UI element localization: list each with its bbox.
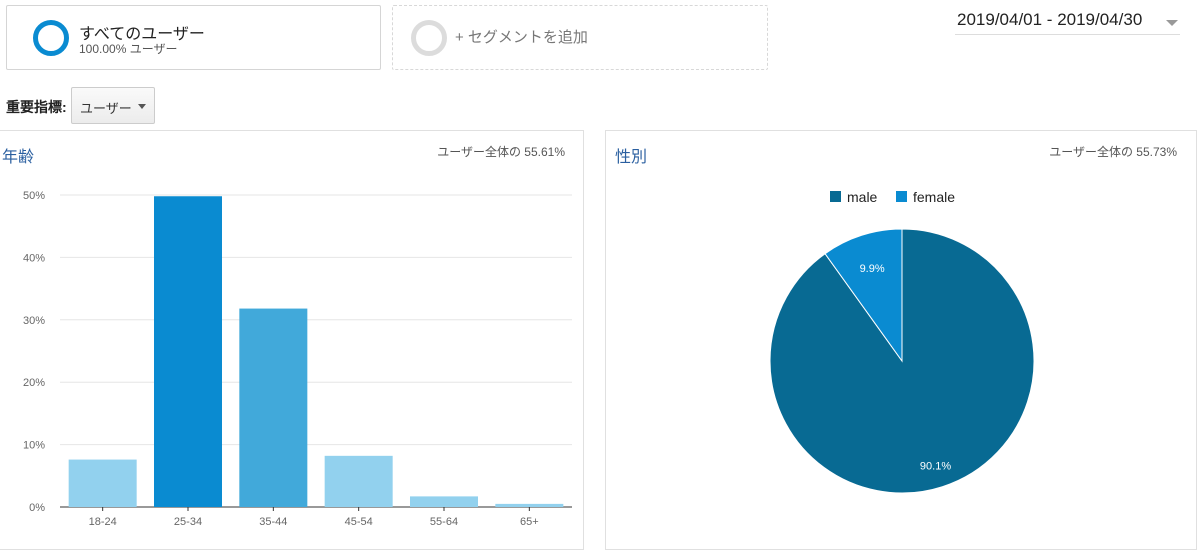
legend-swatch-female: [896, 191, 907, 202]
y-tick-label: 10%: [23, 440, 45, 452]
x-tick-label: 65+: [520, 516, 539, 528]
x-tick-label: 55-64: [430, 516, 458, 528]
empty-segment-ring-icon: [411, 20, 447, 56]
age-bar-chart: 0% 10% 20% 30% 40% 50% 18-24 25-34 35-44 45-54 55-…: [23, 190, 572, 528]
y-tick-label: 30%: [23, 315, 45, 327]
x-tick-label: 45-54: [345, 516, 373, 528]
bar-25-34[interactable]: [154, 196, 222, 508]
bar-45-54[interactable]: [324, 455, 393, 507]
bar-65+[interactable]: [495, 503, 564, 507]
x-tick-label: 18-24: [89, 516, 117, 528]
age-panel: 年齢 ユーザー全体の 55.61% 0% 10% 20% 30% 40% 50% 18-24…: [0, 130, 584, 550]
x-tick-label: 25-34: [174, 516, 202, 528]
bar-18-24[interactable]: [68, 459, 137, 507]
gender-panel: 性別 ユーザー全体の 55.73% male female 90.1% 9.9%: [605, 130, 1197, 550]
dropdown-caret-icon: [138, 104, 146, 109]
bar-55-64[interactable]: [410, 496, 478, 507]
segment-subtitle: 100.00% ユーザー: [79, 42, 178, 56]
metric-selected-value: ユーザー: [80, 101, 132, 116]
gender-pie-chart: male female 90.1% 9.9%: [769, 189, 1035, 494]
legend-label-female: female: [913, 189, 955, 205]
y-tick-label: 40%: [23, 252, 45, 264]
date-range-picker[interactable]: 2019/04/01 - 2019/04/30: [955, 8, 1180, 35]
bar-35-44[interactable]: [239, 308, 308, 507]
x-tick-label: 35-44: [259, 516, 287, 528]
pie-label-male: 90.1%: [920, 460, 951, 472]
y-tick-label: 0%: [29, 502, 45, 514]
date-range-text: 2019/04/01 - 2019/04/30: [957, 10, 1143, 29]
add-segment-button[interactable]: + セグメントを追加: [392, 5, 768, 70]
segment-all-users[interactable]: すべてのユーザー 100.00% ユーザー: [6, 5, 381, 70]
y-tick-label: 50%: [23, 190, 45, 202]
add-segment-label: + セグメントを追加: [455, 29, 588, 46]
legend-swatch-male: [830, 191, 841, 202]
pie-label-female: 9.9%: [860, 263, 885, 275]
metric-label: 重要指標:: [6, 99, 67, 115]
chevron-down-icon: [1166, 20, 1178, 26]
segment-ring-icon: [33, 20, 69, 56]
y-tick-label: 20%: [23, 377, 45, 389]
legend-label-male: male: [847, 189, 878, 205]
metric-dropdown[interactable]: ユーザー: [71, 87, 155, 124]
